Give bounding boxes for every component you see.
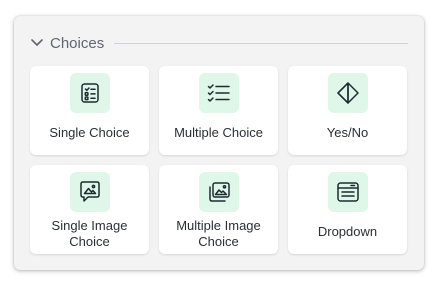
choices-section-header[interactable]: Choices — [30, 32, 408, 54]
choices-grid: Single Choice Multiple Choice Yes/No Sin… — [30, 66, 407, 254]
card-label: Multiple Choice — [174, 125, 263, 140]
chevron-down-icon[interactable] — [30, 36, 44, 50]
yes-no-icon — [327, 73, 368, 113]
dropdown-icon — [327, 172, 368, 212]
card-label: Dropdown — [317, 224, 378, 239]
single-choice-card[interactable]: Single Choice — [30, 66, 149, 155]
section-title: Choices — [50, 34, 105, 52]
card-label: Yes/No — [326, 125, 369, 140]
yes-no-card[interactable]: Yes/No — [288, 66, 407, 155]
card-label-line1: Single Image — [51, 218, 128, 233]
single-image-choice-card[interactable]: Single Image Choice — [30, 165, 149, 254]
card-label: Single Choice — [49, 125, 130, 140]
card-label: Single Image Choice — [46, 218, 134, 250]
multiple-image-choice-card[interactable]: Multiple Image Choice — [159, 165, 278, 254]
multiple-image-choice-icon — [198, 172, 239, 212]
card-label-line1: Multiple Image — [176, 218, 261, 233]
multiple-choice-card[interactable]: Multiple Choice — [159, 66, 278, 155]
choices-panel: Choices Single Choice Multiple Choice Ye… — [14, 16, 424, 270]
card-label-line2: Choice — [198, 234, 239, 249]
dropdown-card[interactable]: Dropdown — [288, 165, 407, 254]
single-choice-icon — [69, 73, 110, 113]
section-divider — [114, 42, 408, 44]
multiple-choice-icon — [198, 73, 239, 113]
card-label: Multiple Image Choice — [170, 218, 267, 250]
single-image-choice-icon — [69, 172, 110, 212]
card-label-line2: Choice — [69, 234, 110, 249]
